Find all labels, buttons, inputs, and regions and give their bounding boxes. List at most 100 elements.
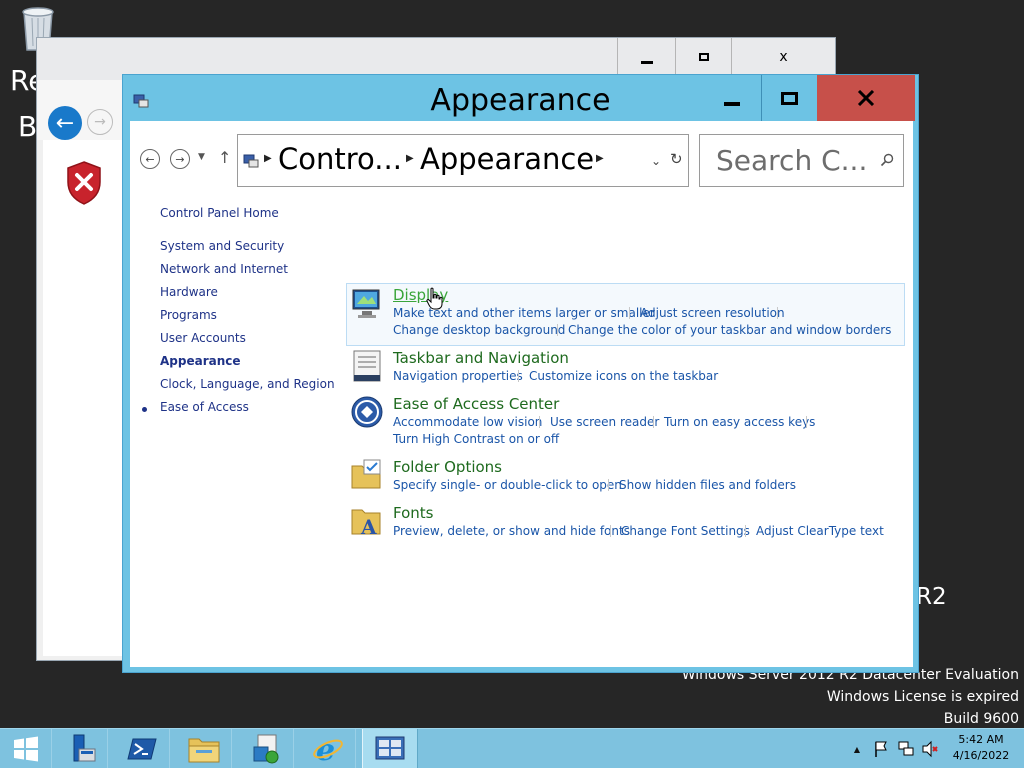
background-close-button[interactable]: x [731,38,835,76]
taskbar: e ▲ 5:42 AM 4/16/2022 [0,728,1024,768]
link-separator [608,479,609,491]
adjust-resolution-link[interactable]: Adjust screen resolution [640,306,785,320]
appearance-window[interactable]: Appearance ← → ▼ ↑ ▶ Contro... ▶ Appeara… [122,74,919,673]
close-button[interactable] [817,75,915,121]
background-maximize-button[interactable] [675,38,731,76]
nav-clock-language-region[interactable]: Clock, Language, and Region [160,377,335,391]
search-icon[interactable] [880,153,894,167]
file-explorer-button[interactable] [176,729,232,768]
link-separator [653,416,654,428]
forward-arrow-icon[interactable]: → [87,109,113,135]
window-titlebar[interactable]: Appearance [123,75,918,121]
fonts-icon: A [351,509,381,538]
os-edition-fragment: R2 [916,584,947,610]
use-screen-reader-link[interactable]: Use screen reader [550,415,659,429]
svg-text:A: A [360,515,377,538]
server-manager-button[interactable] [52,729,108,768]
svg-text:e: e [316,733,335,765]
breadcrumb-arrow-icon[interactable]: ▶ [596,153,604,164]
nav-system-and-security[interactable]: System and Security [160,239,284,253]
preview-fonts-link[interactable]: Preview, delete, or show and hide fonts [393,524,630,538]
clock-time: 5:42 AM [958,733,1004,746]
setup-button[interactable] [238,729,294,768]
link-separator [557,324,558,336]
link-separator [539,416,540,428]
background-content [43,140,129,656]
nav-user-accounts[interactable]: User Accounts [160,331,246,345]
nav-hardware[interactable]: Hardware [160,285,218,299]
forward-button[interactable]: → [170,149,190,169]
nav-ease-of-access[interactable]: Ease of Access [160,400,249,414]
show-hidden-files-link[interactable]: Show hidden files and folders [619,478,796,492]
adjust-cleartype-link[interactable]: Adjust ClearType text [756,524,884,538]
control-panel-taskbar-button[interactable] [362,729,418,768]
action-center-flag-icon[interactable] [873,740,889,758]
clock[interactable]: 5:42 AM 4/16/2022 [948,732,1014,764]
windows-logo-icon [13,736,38,762]
breadcrumb-appearance[interactable]: Appearance [420,142,594,176]
control-panel-icon [375,736,405,760]
chevron-down-icon[interactable]: ⌄ [651,154,661,168]
ease-of-access-icon [351,396,383,428]
easy-access-keys-link[interactable]: Turn on easy access keys [664,415,815,429]
server-manager-icon [73,734,95,762]
watermark-build: Build 9600 [943,711,1019,727]
nav-appearance: Appearance [160,354,241,368]
window-client-area: ← → ▼ ↑ ▶ Contro... ▶ Appearance ▶ ⌄ ↻ S… [130,121,913,667]
change-font-settings-link[interactable]: Change Font Settings [621,524,750,538]
folder-options-title[interactable]: Folder Options [393,458,502,476]
back-button[interactable]: ← [140,149,160,169]
minimize-button[interactable] [703,75,761,121]
link-separator [806,416,807,428]
display-icon [352,289,380,318]
ease-of-access-center-title[interactable]: Ease of Access Center [393,395,559,413]
link-separator [745,525,746,537]
change-taskbar-color-link[interactable]: Change the color of your taskbar and win… [568,323,891,337]
taskbar-navigation-icon [353,350,381,382]
powershell-icon [126,738,157,760]
clock-date: 4/16/2022 [952,749,1010,762]
control-panel-icon [243,154,259,168]
navigation-properties-link[interactable]: Navigation properties [393,369,523,383]
high-contrast-link[interactable]: Turn High Contrast on or off [393,432,559,446]
network-icon[interactable] [897,740,915,758]
change-background-link[interactable]: Change desktop background [393,323,565,337]
close-icon [857,90,875,106]
link-separator [629,307,630,319]
recycle-bin-label-2: B [18,110,38,143]
link-separator [610,525,611,537]
background-minimize-button[interactable] [617,38,675,76]
watermark-license: Windows License is expired [826,689,1019,705]
refresh-icon[interactable]: ↻ [670,150,683,168]
minimize-icon [724,102,740,106]
start-button[interactable] [0,729,52,768]
internet-explorer-button[interactable]: e [300,729,356,768]
nav-programs[interactable]: Programs [160,308,217,322]
powershell-button[interactable] [114,729,170,768]
maximize-button[interactable] [761,75,817,121]
fonts-title[interactable]: Fonts [393,504,433,522]
nav-network-and-internet[interactable]: Network and Internet [160,262,288,276]
active-item-bullet [142,407,147,412]
error-shield-icon [67,161,101,205]
link-separator [777,307,778,319]
breadcrumb-arrow-icon[interactable]: ▶ [406,153,414,164]
show-hidden-icons-icon[interactable]: ▲ [851,740,863,758]
volume-muted-icon[interactable] [921,740,939,758]
search-input[interactable]: Search C... [699,134,904,187]
maximize-icon [781,91,798,105]
breadcrumb-control-panel[interactable]: Contro... [278,142,402,176]
folder-options-icon [351,459,381,489]
recent-locations-dropdown[interactable]: ▼ [198,152,205,162]
control-panel-home-link[interactable]: Control Panel Home [160,206,279,220]
address-bar[interactable]: ▶ Contro... ▶ Appearance ▶ ⌄ ↻ [237,134,689,187]
customize-taskbar-icons-link[interactable]: Customize icons on the taskbar [529,369,718,383]
taskbar-navigation-title[interactable]: Taskbar and Navigation [393,349,569,367]
up-button[interactable]: ↑ [218,148,231,167]
single-double-click-link[interactable]: Specify single- or double-click to open [393,478,622,492]
search-placeholder: Search C... [716,144,868,177]
link-separator [518,370,519,382]
back-arrow-icon[interactable]: ← [48,106,82,140]
breadcrumb-arrow-icon[interactable]: ▶ [264,153,272,164]
accommodate-low-vision-link[interactable]: Accommodate low vision [393,415,542,429]
